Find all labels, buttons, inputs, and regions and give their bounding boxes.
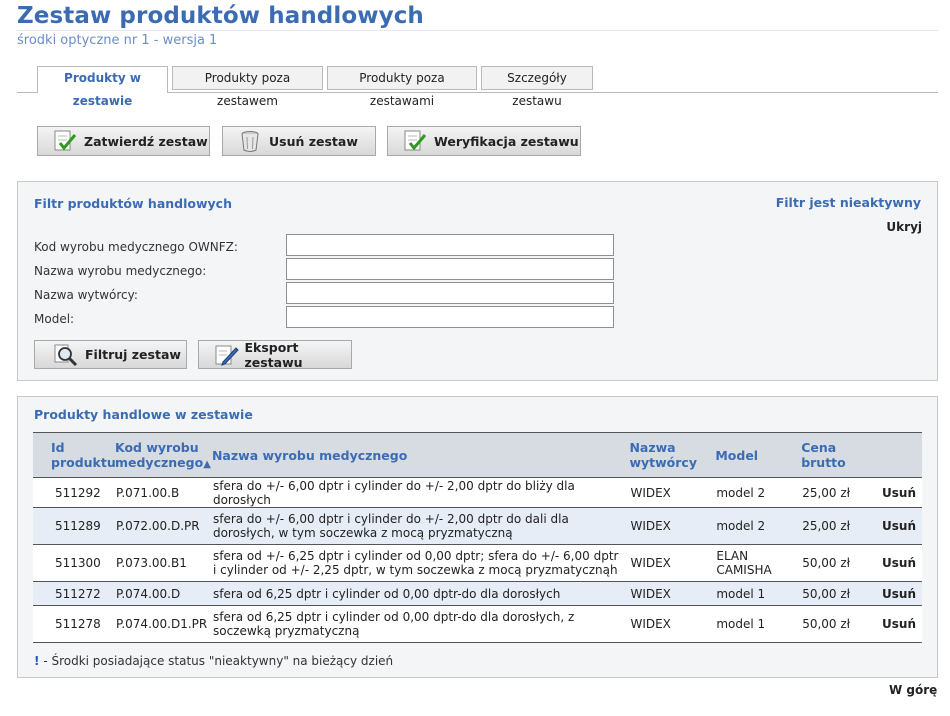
- cell-id: 511289: [33, 507, 111, 545]
- delete-set-button[interactable]: Usuń zestaw: [222, 126, 376, 156]
- tab-produkty-poza-zestawem[interactable]: Produkty poza zestawem: [172, 66, 323, 108]
- tab-szczegoly-zestawu[interactable]: Szczegóły zestawu: [481, 66, 593, 108]
- trash-icon: [235, 128, 265, 154]
- tab-produkty-w-zestawie[interactable]: Produkty w zestawie: [37, 66, 168, 108]
- filter-set-label: Filtruj zestaw: [85, 347, 181, 362]
- col-maker-header[interactable]: Nazwa wytwórcy: [625, 432, 712, 478]
- remove-link[interactable]: Usuń: [876, 544, 922, 582]
- device-name-input[interactable]: [286, 258, 614, 280]
- cell-name: sfera od 6,25 dptr i cylinder od 0,00 dp…: [207, 581, 626, 606]
- sort-asc-icon: ▲: [203, 459, 211, 470]
- check-document-icon: [50, 128, 80, 154]
- remove-link[interactable]: Usuń: [876, 477, 922, 508]
- table-row: 511272 P.074.00.D sfera od 6,25 dptr i c…: [33, 581, 922, 606]
- model-input[interactable]: [286, 306, 614, 328]
- exclamation-icon: !: [34, 654, 40, 668]
- cell-code: P.073.00.B1: [110, 544, 208, 582]
- inactive-legend-text: - Środki posiadające status "nieaktywny"…: [43, 654, 394, 668]
- cell-maker: WIDEX: [625, 507, 712, 545]
- page-subtitle: środki optyczne nr 1 - wersja 1: [17, 33, 218, 48]
- cell-id: 511278: [33, 605, 111, 643]
- products-panel: Produkty handlowe w zestawie Id produktu…: [17, 396, 938, 678]
- tab-produkty-poza-zestawami[interactable]: Produkty poza zestawami: [327, 66, 477, 108]
- col-code-header[interactable]: Kod wyrobu medycznego▲: [110, 432, 211, 478]
- col-id-header[interactable]: Id produktu: [33, 432, 116, 478]
- verify-set-button[interactable]: Weryfikacja zestawu: [387, 126, 581, 156]
- products-table: Id produktu Kod wyrobu medycznego▲ Nazwa…: [33, 432, 922, 643]
- col-model-header[interactable]: Model: [711, 432, 798, 478]
- model-label: Model:: [34, 312, 75, 326]
- table-row: 511278 P.074.00.D1.PR sfera od 6,25 dptr…: [33, 605, 922, 643]
- table-header-row: Id produktu Kod wyrobu medycznego▲ Nazwa…: [33, 432, 922, 478]
- hide-filter-link[interactable]: Ukryj: [886, 220, 922, 234]
- cell-code: P.074.00.D1.PR: [110, 605, 208, 643]
- inactive-legend: ! - Środki posiadające status "nieaktywn…: [34, 654, 393, 668]
- ownfz-code-input[interactable]: [286, 234, 614, 256]
- cell-name: sfera od +/- 6,25 dptr i cylinder od 0,0…: [207, 544, 626, 582]
- verify-set-label: Weryfikacja zestawu: [434, 133, 579, 149]
- cell-model: model 1: [711, 581, 798, 606]
- cell-price: 50,00 zł: [797, 605, 877, 643]
- check-document-icon: [400, 128, 430, 154]
- back-to-top-link[interactable]: W górę: [889, 683, 937, 697]
- cell-code: P.074.00.D: [110, 581, 208, 606]
- table-row: 511300 P.073.00.B1 sfera od +/- 6,25 dpt…: [33, 544, 922, 582]
- cell-name: sfera do +/- 6,00 dptr i cylinder do +/-…: [207, 507, 626, 545]
- filter-title: Filtr produktów handlowych: [34, 196, 232, 211]
- manufacturer-label: Nazwa wytwórcy:: [34, 288, 138, 302]
- cell-code: P.071.00.B: [110, 477, 208, 508]
- export-set-label: Eksport zestawu: [244, 339, 303, 370]
- cell-name: sfera od 6,25 dptr i cylinder od 0,00 dp…: [207, 605, 626, 643]
- cell-maker: WIDEX: [625, 544, 712, 582]
- col-name-header[interactable]: Nazwa wyrobu medycznego: [207, 432, 626, 478]
- confirm-set-label: Zatwierdź zestaw: [84, 133, 208, 149]
- cell-maker: WIDEX: [625, 477, 712, 508]
- cell-maker: WIDEX: [625, 605, 712, 643]
- cell-model: model 2: [711, 477, 798, 508]
- tab-bar: Produkty w zestawie Produkty poza zestaw…: [17, 66, 938, 108]
- remove-link[interactable]: Usuń: [876, 605, 922, 643]
- delete-set-label: Usuń zestaw: [269, 133, 358, 149]
- confirm-set-button[interactable]: Zatwierdź zestaw: [37, 126, 210, 156]
- cell-maker: WIDEX: [625, 581, 712, 606]
- magnifier-icon: [51, 342, 81, 368]
- cell-model: model 2: [711, 507, 798, 545]
- ownfz-code-label: Kod wyrobu medycznego OWNFZ:: [34, 240, 238, 254]
- cell-id: 511272: [33, 581, 111, 606]
- cell-code: P.072.00.D.PR: [110, 507, 208, 545]
- manufacturer-input[interactable]: [286, 282, 614, 304]
- table-row: 511289 P.072.00.D.PR sfera do +/- 6,00 d…: [33, 507, 922, 545]
- cell-price: 25,00 zł: [797, 477, 877, 508]
- device-name-label: Nazwa wyrobu medycznego:: [34, 264, 207, 278]
- remove-link[interactable]: Usuń: [876, 507, 922, 545]
- filter-status: Filtr jest nieaktywny: [775, 195, 921, 210]
- filter-set-button[interactable]: Filtruj zestaw: [34, 340, 187, 369]
- cell-model: model 1: [711, 605, 798, 643]
- pen-document-icon: [213, 342, 240, 368]
- products-title: Produkty handlowe w zestawie: [34, 407, 253, 422]
- table-row: 511292 P.071.00.B sfera do +/- 6,00 dptr…: [33, 477, 922, 508]
- cell-price: 50,00 zł: [797, 544, 877, 582]
- cell-price: 50,00 zł: [797, 581, 877, 606]
- cell-id: 511292: [33, 477, 111, 508]
- remove-link[interactable]: Usuń: [876, 581, 922, 606]
- col-price-header[interactable]: Cena brutto: [797, 432, 877, 478]
- filter-panel: Filtr produktów handlowych Filtr jest ni…: [17, 181, 938, 381]
- page-title: Zestaw produktów handlowych: [17, 3, 424, 29]
- title-divider: [17, 30, 938, 31]
- cell-model: ELAN CAMISHA: [711, 544, 798, 582]
- cell-price: 25,00 zł: [797, 507, 877, 545]
- cell-name: sfera do +/- 6,00 dptr i cylinder do +/-…: [207, 477, 626, 508]
- cell-id: 511300: [33, 544, 111, 582]
- export-set-button[interactable]: Eksport zestawu: [198, 339, 352, 370]
- col-action-header: [876, 432, 922, 478]
